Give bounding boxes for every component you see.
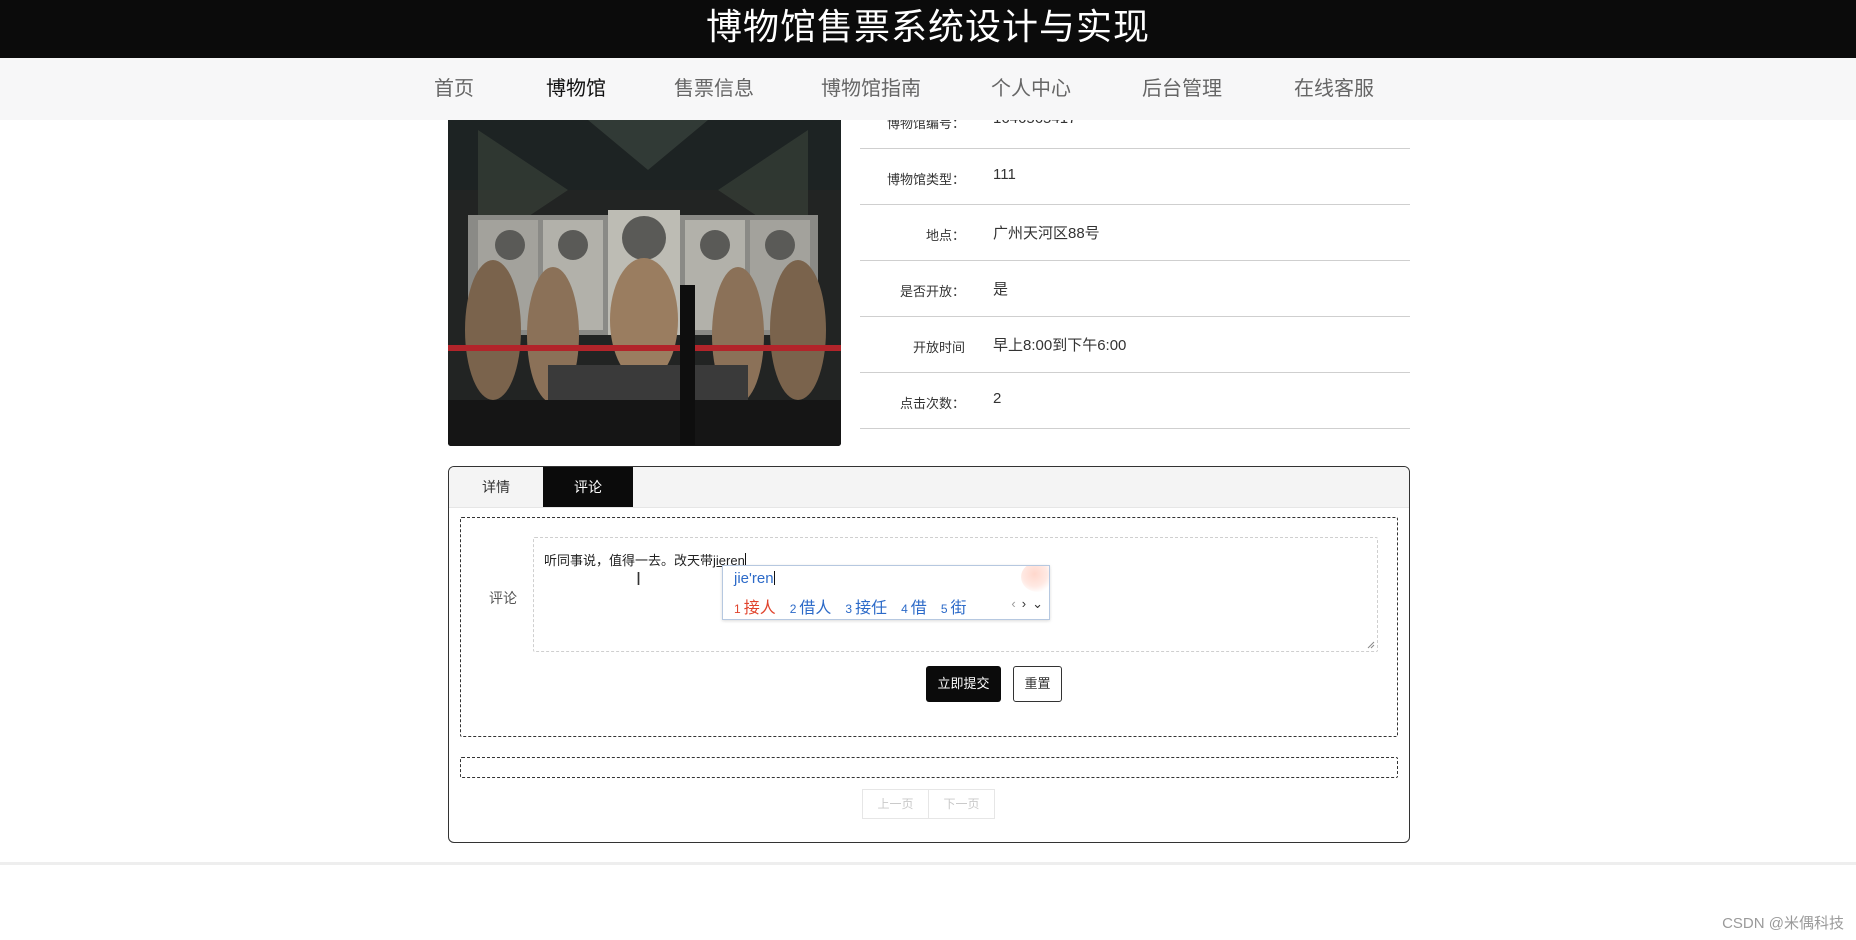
museum-type-value: 111 bbox=[993, 166, 1016, 183]
ime-pager: ‹ › ⌄ bbox=[1011, 596, 1043, 612]
comment-text: 听同事说，值得一去。改天带 bbox=[544, 553, 714, 568]
ime-candidate[interactable]: 2 借人 bbox=[790, 594, 832, 618]
ime-candidate[interactable]: 4借 bbox=[901, 594, 927, 618]
museum-photo-image bbox=[448, 120, 841, 446]
ime-candidates: 1 接人 2 借人 3 接任 4借 5街 bbox=[734, 594, 967, 618]
ime-next-icon[interactable]: › bbox=[1022, 596, 1026, 612]
comment-list bbox=[460, 757, 1398, 778]
prev-page-button[interactable]: 上一页 bbox=[863, 790, 928, 818]
ime-prev-icon[interactable]: ‹ bbox=[1011, 596, 1015, 612]
open-status-value: 是 bbox=[993, 281, 1009, 298]
click-count-value: 2 bbox=[993, 390, 1002, 407]
site-title: 博物馆售票系统设计与实现 bbox=[0, 0, 1856, 58]
submit-button[interactable]: 立即提交 bbox=[926, 666, 1001, 702]
comment-label: 评论 bbox=[489, 590, 517, 606]
nav-museum[interactable]: 博物馆 bbox=[546, 58, 606, 120]
location-label: 地点： bbox=[925, 228, 965, 243]
ime-expand-icon[interactable]: ⌄ bbox=[1032, 596, 1043, 612]
ime-candidate-window: jie'ren 1 接人 2 借人 3 接任 4借 5街 ‹ › ⌄ bbox=[722, 565, 1050, 620]
ime-candidate[interactable]: 1 接人 bbox=[734, 594, 776, 618]
info-row-open-status: 是否开放： 是 bbox=[860, 261, 1410, 317]
info-row-museum-type: 博物馆类型： 111 bbox=[860, 149, 1410, 205]
nav-personal-center[interactable]: 个人中心 bbox=[991, 58, 1071, 120]
main-nav: 首页 博物馆 售票信息 博物馆指南 个人中心 后台管理 在线客服 bbox=[0, 58, 1856, 120]
info-row-open-hours: 开放时间 早上8:00到下午6:00 bbox=[860, 317, 1410, 373]
open-hours-label: 开放时间 bbox=[912, 340, 965, 355]
tab-details[interactable]: 详情 bbox=[449, 467, 543, 507]
location-value: 广州天河区88号 bbox=[993, 225, 1100, 242]
ime-skin-decoration bbox=[1021, 566, 1049, 592]
comment-form: 评论 听同事说，值得一去。改天带jieren 立即提交 重置 bbox=[460, 517, 1398, 737]
nav-admin[interactable]: 后台管理 bbox=[1142, 58, 1222, 120]
nav-museum-guide[interactable]: 博物馆指南 bbox=[821, 58, 921, 120]
resize-grip-icon[interactable] bbox=[1367, 641, 1375, 649]
reset-button[interactable]: 重置 bbox=[1013, 666, 1062, 702]
tab-bar: 详情 评论 bbox=[449, 467, 1409, 508]
footer-divider bbox=[0, 862, 1856, 865]
nav-home[interactable]: 首页 bbox=[434, 58, 474, 120]
open-hours-value: 早上8:00到下午6:00 bbox=[993, 337, 1127, 354]
open-status-label: 是否开放： bbox=[899, 284, 965, 299]
detail-comment-panel: 详情 评论 评论 听同事说，值得一去。改天带jieren 立即提交 重置 上一页… bbox=[448, 466, 1410, 843]
next-page-button[interactable]: 下一页 bbox=[928, 790, 994, 818]
click-count-label: 点击次数： bbox=[899, 396, 965, 411]
i-beam-cursor-icon: I bbox=[636, 569, 642, 589]
pagination: 上一页 下一页 bbox=[862, 789, 995, 819]
info-row-click-count: 点击次数： 2 bbox=[860, 373, 1410, 429]
watermark: CSDN @米偶科技 bbox=[1722, 915, 1844, 932]
ime-candidate[interactable]: 3 接任 bbox=[845, 594, 887, 618]
museum-photo bbox=[448, 120, 841, 446]
ime-pinyin: jie'ren bbox=[734, 570, 775, 587]
nav-online-service[interactable]: 在线客服 bbox=[1294, 58, 1374, 120]
nav-ticket-info[interactable]: 售票信息 bbox=[674, 58, 754, 120]
tab-comments[interactable]: 评论 bbox=[543, 467, 633, 507]
ime-candidate[interactable]: 5街 bbox=[941, 594, 967, 618]
info-row-location: 地点： 广州天河区88号 bbox=[860, 205, 1410, 261]
museum-type-label: 博物馆类型： bbox=[886, 172, 965, 187]
